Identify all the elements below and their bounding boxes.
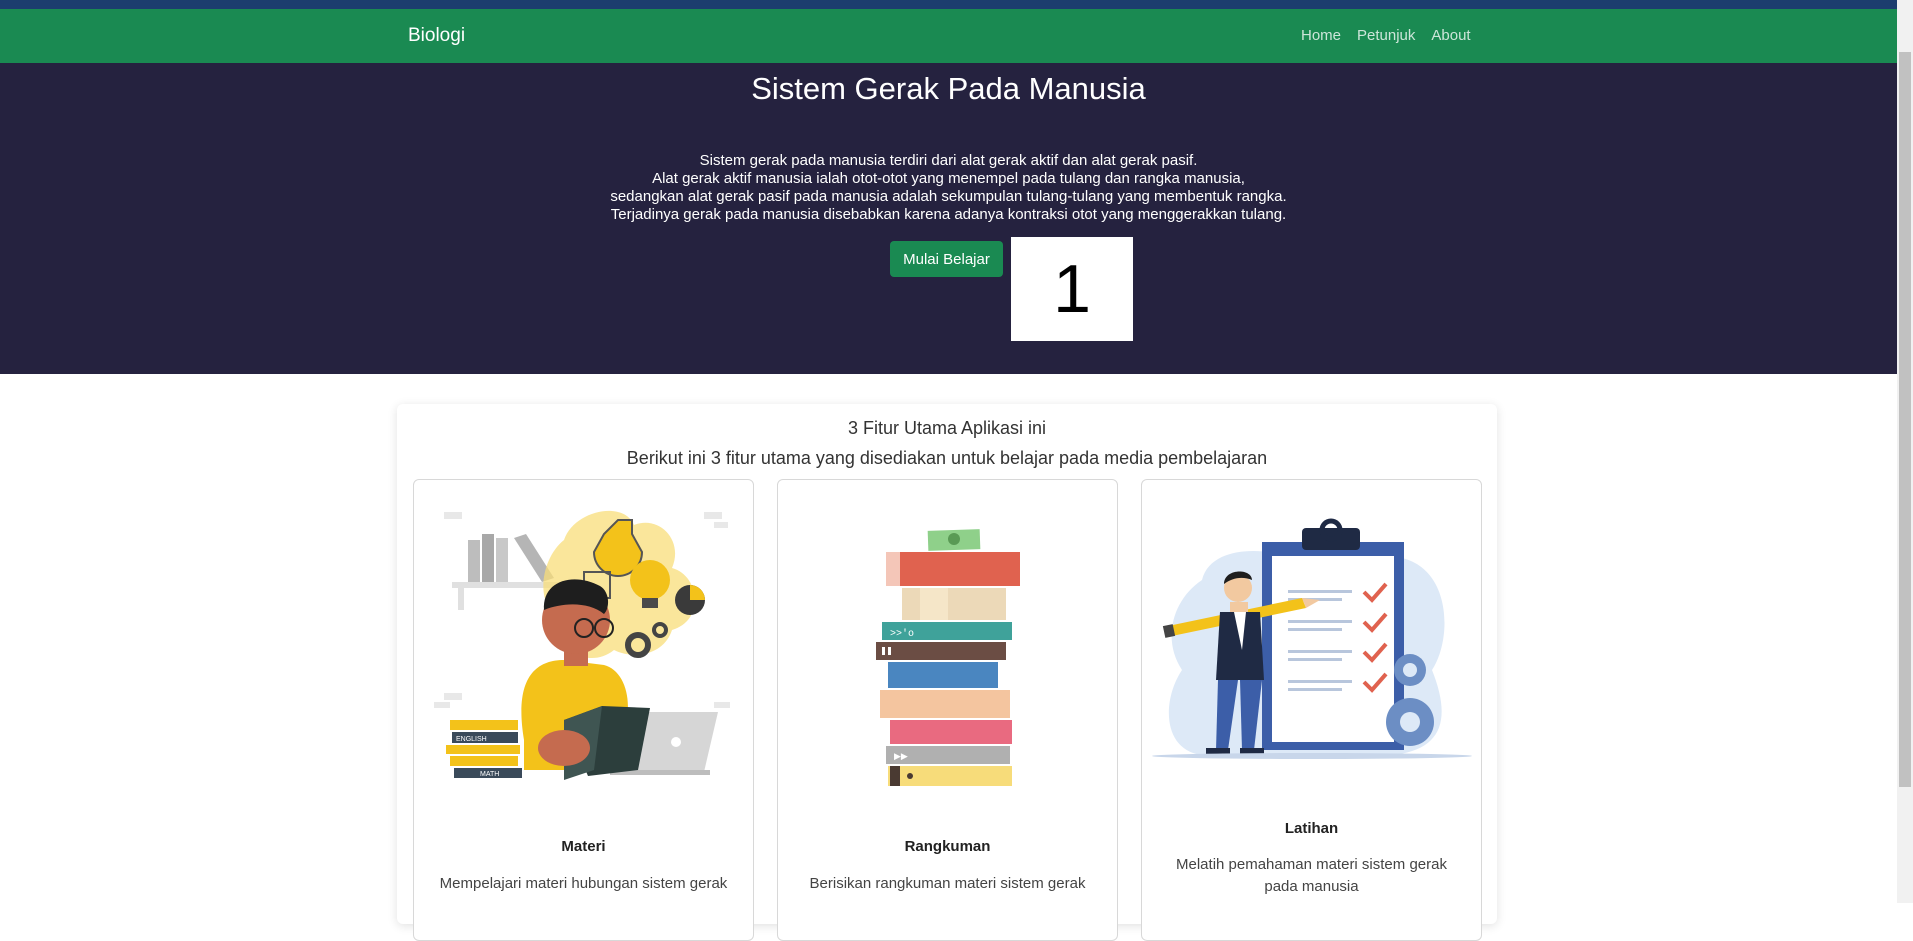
- feature-card-title: Latihan: [1284, 820, 1339, 837]
- hero-line: Terjadinya gerak pada manusia disebabkan…: [610, 206, 1287, 223]
- hero-line: Sistem gerak pada manusia terdiri dari a…: [699, 152, 1198, 169]
- feature-card-description: Berisikan rangkuman materi sistem gerak: [809, 875, 1086, 892]
- hero-description: Sistem gerak pada manusia terdiri dari a…: [0, 152, 1897, 224]
- top-strip: [0, 0, 1897, 9]
- feature-card-title: Rangkuman: [904, 838, 991, 855]
- page-scrollbar[interactable]: [1897, 0, 1913, 903]
- nav-link-home[interactable]: Home: [1301, 27, 1341, 44]
- hero-line: sedangkan alat gerak pasif pada manusia …: [610, 188, 1287, 205]
- hero-line: Alat gerak aktif manusia ialah otot-otot…: [652, 170, 1245, 187]
- hero-section: Sistem Gerak Pada Manusia Sistem gerak p…: [0, 63, 1897, 374]
- features-subtitle: Berikut ini 3 fitur utama yang disediaka…: [626, 448, 1268, 468]
- nav-link-petunjuk[interactable]: Petunjuk: [1357, 27, 1415, 44]
- counter-display: 1: [1011, 237, 1133, 341]
- book-stack-illustration: >>'o ▶▶: [876, 529, 1020, 786]
- feature-card-materi[interactable]: ENGLISH MATH Materi Mempelajari materi h…: [413, 479, 754, 941]
- feature-card-rangkuman[interactable]: >>'o ▶▶ Rangkuman Berisikan rangkuman ma…: [777, 479, 1118, 941]
- nav-link-about[interactable]: About: [1431, 27, 1470, 44]
- feature-card-title: Materi: [561, 838, 606, 855]
- svg-text:ENGLISH: ENGLISH: [456, 736, 487, 743]
- svg-text:>>'o: >>'o: [890, 628, 914, 640]
- start-learning-button[interactable]: Mulai Belajar: [890, 241, 1003, 277]
- navbar: Biologi Home Petunjuk About: [0, 9, 1897, 64]
- feature-card-description: Melatih pemahaman materi sistem gerak pa…: [1176, 856, 1447, 895]
- scrollbar-thumb[interactable]: [1899, 52, 1911, 787]
- features-title: 3 Fitur Utama Aplikasi ini: [847, 418, 1047, 438]
- nav-links: Home Petunjuk About: [1301, 27, 1471, 44]
- features-panel: 3 Fitur Utama Aplikasi ini Berikut ini 3…: [397, 404, 1497, 941]
- feature-card-description: Mempelajari materi hubungan sistem gerak: [439, 875, 728, 892]
- student-reading-illustration: ENGLISH MATH: [434, 510, 730, 780]
- feature-card-latihan[interactable]: Latihan Melatih pemahaman materi sistem …: [1141, 479, 1482, 941]
- navbar-brand[interactable]: Biologi: [408, 25, 465, 47]
- hero-title: Sistem Gerak Pada Manusia: [751, 71, 1146, 106]
- svg-text:▶▶: ▶▶: [894, 751, 908, 761]
- svg-text:MATH: MATH: [480, 771, 499, 778]
- clipboard-checklist-illustration: [1152, 518, 1472, 759]
